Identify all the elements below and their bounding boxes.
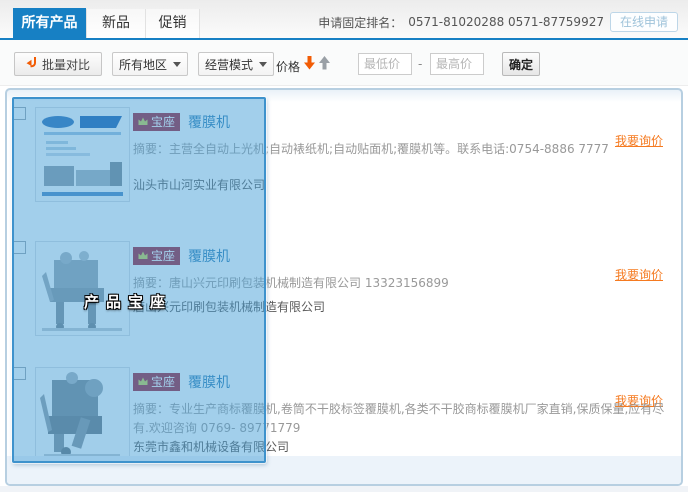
product-image[interactable] xyxy=(35,367,130,462)
treasure-badge: 宝座 xyxy=(133,113,180,131)
price-range-separator: - xyxy=(418,57,422,71)
panel-footer xyxy=(7,456,681,484)
confirm-button[interactable]: 确定 xyxy=(502,52,540,76)
product-checkbox[interactable] xyxy=(13,241,26,254)
tab-all-products[interactable]: 所有产品 xyxy=(13,8,86,38)
batch-compare-button[interactable]: 批量对比 xyxy=(14,52,102,76)
min-price-input[interactable] xyxy=(358,53,412,75)
company-name: 东莞市鑫和机械设备有限公司 xyxy=(133,438,289,455)
page-bottom-strip xyxy=(0,486,688,492)
compare-arrow-icon xyxy=(26,57,37,72)
fixed-rank-info: 申请固定排名： 0571-81020288 0571-87759927 在线申请 xyxy=(318,11,678,33)
chevron-down-icon xyxy=(173,62,181,67)
company-name: 汕头市山河实业有限公司 xyxy=(133,176,265,193)
chevron-down-icon xyxy=(259,62,267,67)
price-sort-desc-icon[interactable] xyxy=(304,55,315,74)
tab-new-products[interactable]: 新品 xyxy=(86,9,146,38)
product-list-panel: 宝座 覆膜机 摘要：主营全自动上光机;自动裱纸机;自动贴面机;覆膜机等。联系电话… xyxy=(5,88,683,486)
product-checkbox[interactable] xyxy=(13,367,26,380)
mode-dropdown-label: 经营模式 xyxy=(205,56,253,73)
rank-label: 申请固定排名： xyxy=(318,14,402,31)
product-title-link[interactable]: 覆膜机 xyxy=(188,372,230,392)
product-image[interactable] xyxy=(35,107,130,202)
region-dropdown-label: 所有地区 xyxy=(119,56,167,73)
product-checkbox[interactable] xyxy=(13,107,26,120)
filter-toolbar: 批量对比 所有地区 经营模式 价格 - 确定 xyxy=(0,40,688,86)
compare-label: 批量对比 xyxy=(42,56,90,73)
max-price-input[interactable] xyxy=(430,53,484,75)
crown-icon xyxy=(138,377,148,386)
crown-icon xyxy=(138,251,148,260)
selection-tooltip: 产品宝座 xyxy=(84,291,172,312)
business-mode-dropdown[interactable]: 经营模式 xyxy=(198,52,274,76)
online-apply-button[interactable]: 在线申请 xyxy=(610,12,678,32)
product-image[interactable] xyxy=(35,241,130,336)
badge-label: 宝座 xyxy=(151,247,175,264)
price-sort-label: 价格 xyxy=(276,58,300,75)
badge-label: 宝座 xyxy=(151,113,175,130)
region-dropdown[interactable]: 所有地区 xyxy=(112,52,188,76)
tab-bar: 所有产品 新品 促销 申请固定排名： 0571-81020288 0571-877… xyxy=(0,0,688,38)
product-list-page: 所有产品 新品 促销 申请固定排名： 0571-81020288 0571-877… xyxy=(0,0,688,492)
product-summary: 摘要：专业生产商标覆膜机,卷筒不干胶标签覆膜机,各类不干胶商标覆膜机厂家直销,保… xyxy=(133,400,679,438)
tab-promotions[interactable]: 促销 xyxy=(146,9,200,38)
product-summary: 摘要：主营全自动上光机;自动裱纸机;自动贴面机;覆膜机等。联系电话:0754-8… xyxy=(133,140,679,159)
product-summary: 摘要：唐山兴元印刷包装机械制造有限公司 13323156899 xyxy=(133,274,679,293)
price-sort-asc-icon[interactable] xyxy=(319,55,330,74)
product-row: 宝座 覆膜机 摘要：主营全自动上光机;自动裱纸机;自动贴面机;覆膜机等。联系电话… xyxy=(7,98,681,228)
product-title-link[interactable]: 覆膜机 xyxy=(188,246,230,266)
crown-icon xyxy=(138,117,148,126)
treasure-badge: 宝座 xyxy=(133,373,180,391)
treasure-badge: 宝座 xyxy=(133,247,180,265)
badge-label: 宝座 xyxy=(151,373,175,390)
product-title-link[interactable]: 覆膜机 xyxy=(188,112,230,132)
rank-phones: 0571-81020288 0571-87759927 xyxy=(408,15,604,29)
